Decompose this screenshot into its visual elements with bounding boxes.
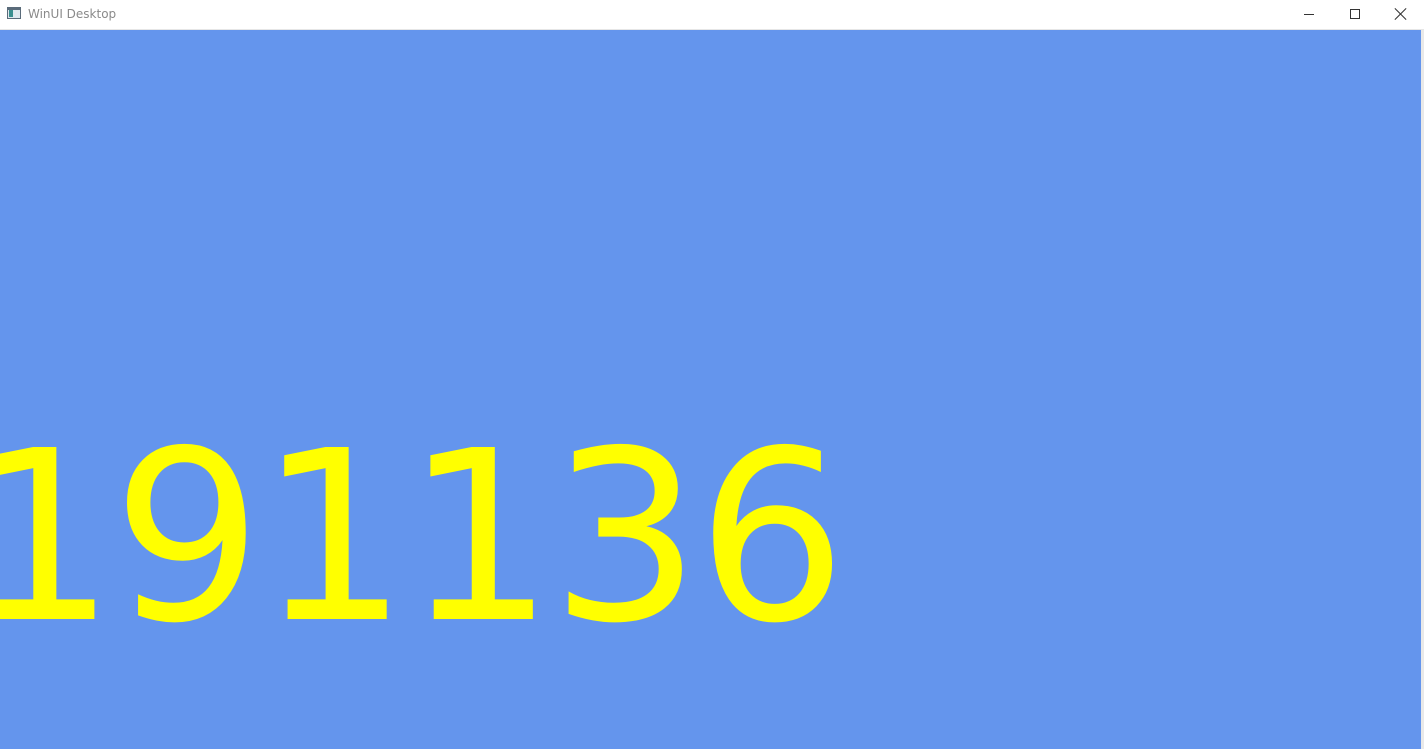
title-bar[interactable]: WinUI Desktop [0, 0, 1424, 30]
close-button[interactable] [1378, 0, 1424, 29]
maximize-icon [1350, 9, 1360, 19]
window-title: WinUI Desktop [28, 7, 117, 21]
content-area: 191136 [0, 30, 1424, 749]
minimize-icon [1304, 14, 1314, 15]
app-window: WinUI Desktop 191136 [0, 0, 1424, 749]
app-window-icon [7, 7, 21, 19]
maximize-button[interactable] [1332, 0, 1378, 29]
counter-display: 191136 [0, 400, 847, 675]
minimize-button[interactable] [1286, 0, 1332, 29]
close-icon [1395, 8, 1407, 20]
